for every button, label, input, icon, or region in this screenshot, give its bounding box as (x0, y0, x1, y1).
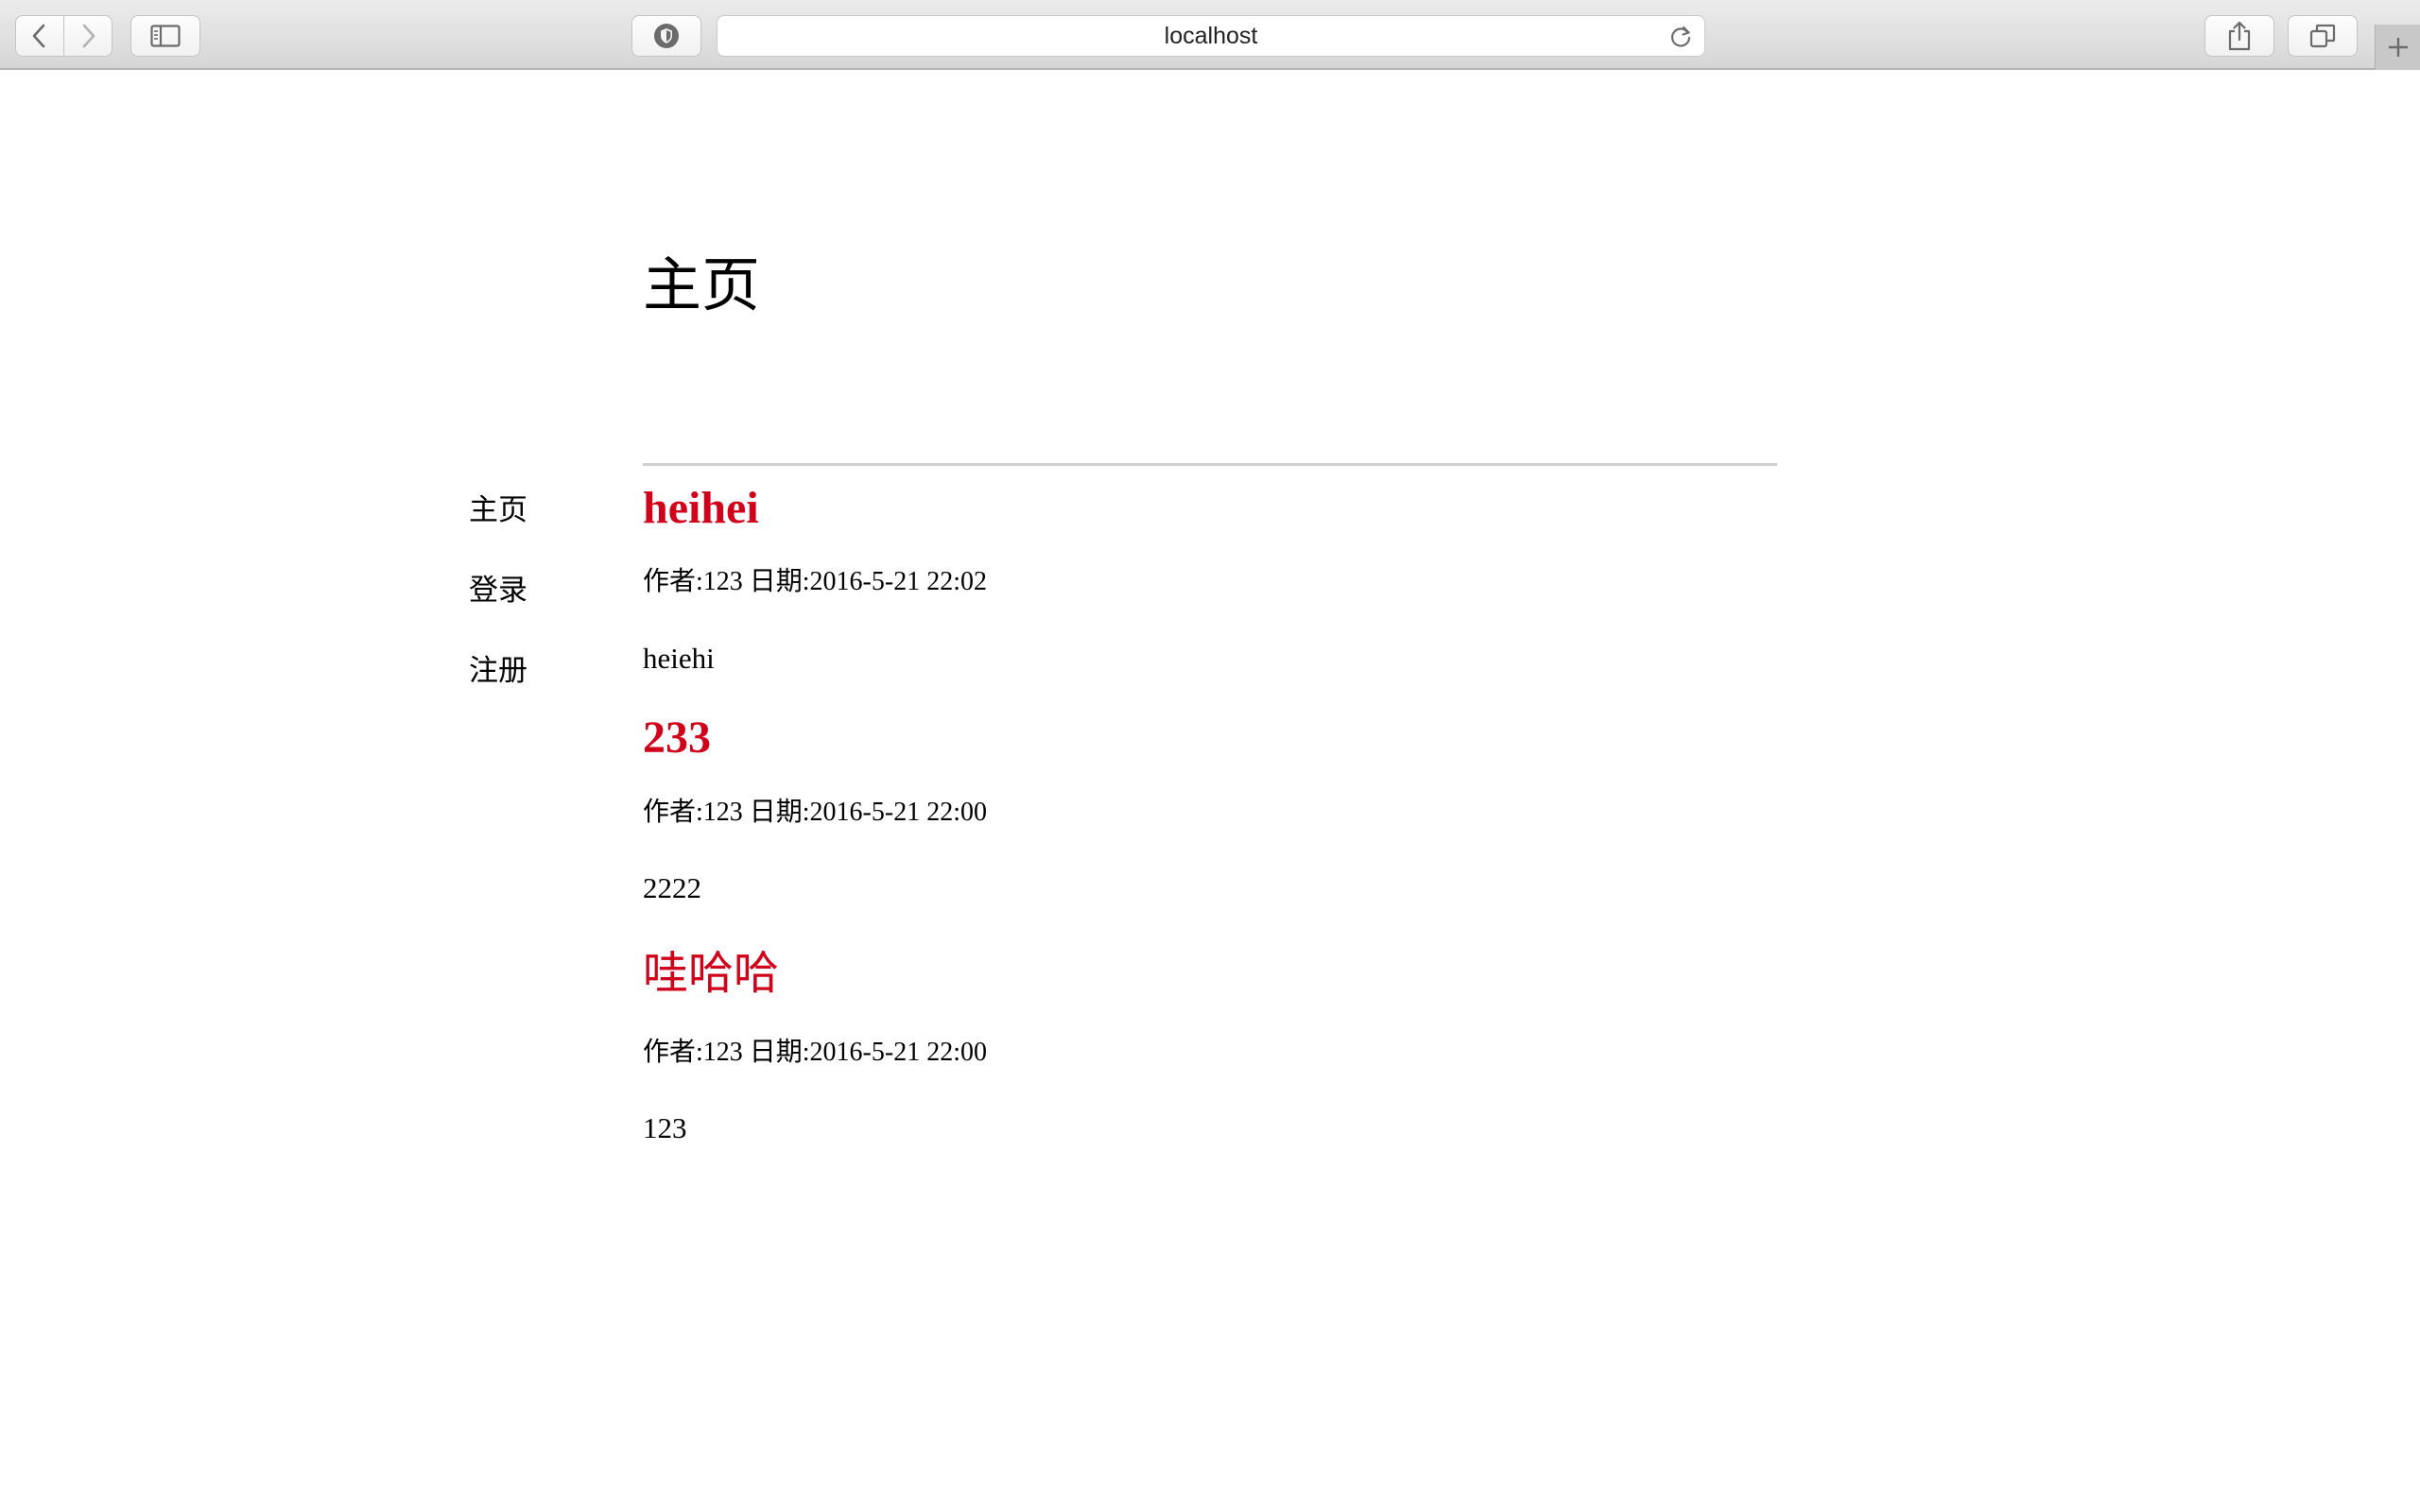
share-button[interactable] (2204, 15, 2274, 57)
page-title: 主页 (643, 254, 761, 318)
post-meta: 作者:123 日期:2016-5-21 22:02 (643, 567, 987, 596)
content-divider (643, 463, 1777, 466)
plus-icon (2388, 38, 2408, 57)
post-meta: 作者:123 日期:2016-5-21 22:00 (643, 1038, 987, 1067)
address-text: localhost (1164, 22, 1258, 49)
post-body: 2222 (643, 871, 701, 904)
tabs-icon (2309, 24, 2336, 48)
nav-link-home[interactable]: 主页 (469, 495, 527, 524)
back-button[interactable] (15, 15, 64, 57)
new-tab-button[interactable] (2375, 25, 2420, 70)
privacy-report-button[interactable] (631, 15, 701, 57)
tab-overview-button[interactable] (2288, 15, 2358, 57)
post-body: 123 (643, 1111, 687, 1144)
browser-toolbar: localhost (0, 0, 2420, 70)
shield-icon (654, 24, 679, 48)
address-bar[interactable]: localhost (717, 15, 1705, 57)
post-title[interactable]: 233 (643, 715, 711, 761)
post-body: heiehi (643, 642, 715, 675)
post-meta: 作者:123 日期:2016-5-21 22:00 (643, 798, 987, 827)
sidebar-icon (150, 25, 181, 47)
share-icon (2228, 21, 2251, 51)
chevron-left-icon (32, 24, 45, 48)
post-title[interactable]: heihei (643, 486, 759, 531)
forward-button[interactable] (63, 15, 112, 57)
chevron-right-icon (82, 24, 95, 48)
nav-link-login[interactable]: 登录 (469, 576, 527, 605)
reload-icon[interactable] (1668, 25, 1693, 49)
sidebar-toggle-button[interactable] (130, 15, 200, 57)
post-title[interactable]: 哇哈哈 (643, 952, 779, 997)
nav-link-register[interactable]: 注册 (469, 656, 527, 685)
